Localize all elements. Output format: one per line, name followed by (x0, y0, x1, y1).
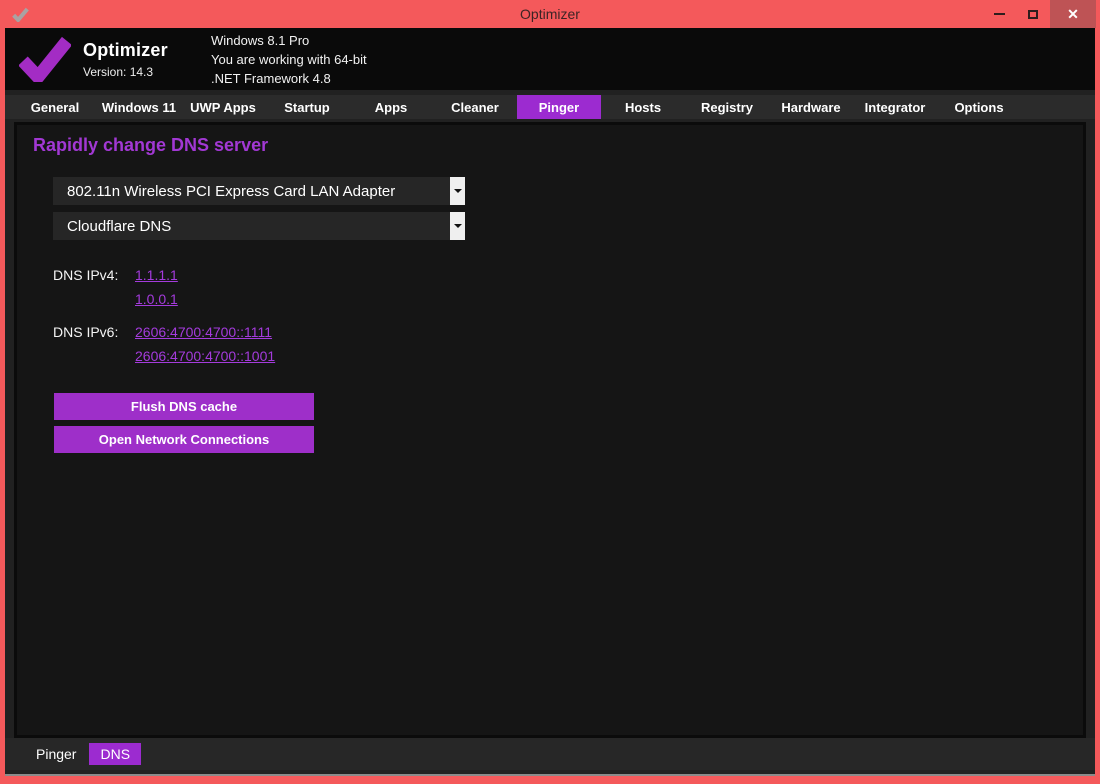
system-info-os: Windows 8.1 Pro (211, 31, 367, 50)
close-button[interactable]: ✕ (1050, 0, 1096, 28)
system-info-arch: You are working with 64-bit (211, 50, 367, 69)
subtab-dns[interactable]: DNS (89, 743, 141, 765)
panel-wrap: Rapidly change DNS server 802.11n Wirele… (5, 119, 1095, 738)
main-tabstrip: General Windows 11 UWP Apps Startup Apps… (5, 95, 1095, 119)
minimize-icon (994, 13, 1005, 15)
app-title-block: Optimizer Version: 14.3 (83, 40, 193, 79)
system-info-framework: .NET Framework 4.8 (211, 69, 367, 88)
app-window: Optimizer ✕ Optimizer Version: 14.3 (0, 0, 1100, 784)
tab-apps[interactable]: Apps (349, 95, 433, 119)
page-title: Rapidly change DNS server (33, 135, 268, 156)
minimize-button[interactable] (982, 0, 1016, 28)
dns-provider-dropdown[interactable]: Cloudflare DNS (53, 212, 465, 240)
subtab-pinger[interactable]: Pinger (25, 743, 87, 765)
network-adapter-dropdown-button[interactable] (450, 177, 465, 205)
network-adapter-dropdown-value: 802.11n Wireless PCI Express Card LAN Ad… (67, 183, 395, 200)
window-controls: ✕ (982, 0, 1100, 28)
tab-options[interactable]: Options (937, 95, 1021, 119)
dns-ipv4-label: DNS IPv4: (53, 267, 135, 307)
flush-dns-cache-button[interactable]: Flush DNS cache (54, 393, 314, 420)
open-network-connections-button[interactable]: Open Network Connections (54, 426, 314, 453)
dns-ipv4-secondary-link[interactable]: 1.0.0.1 (135, 291, 178, 307)
app-check-icon (12, 7, 29, 22)
chevron-down-icon (454, 224, 462, 228)
network-adapter-dropdown[interactable]: 802.11n Wireless PCI Express Card LAN Ad… (53, 177, 465, 205)
tab-hardware[interactable]: Hardware (769, 95, 853, 119)
dns-ipv4-links: 1.1.1.1 1.0.0.1 (135, 267, 178, 307)
dns-provider-dropdown-value: Cloudflare DNS (67, 218, 171, 235)
tab-cleaner[interactable]: Cleaner (433, 95, 517, 119)
tab-integrator[interactable]: Integrator (853, 95, 937, 119)
app-version: Version: 14.3 (83, 65, 193, 79)
window-title: Optimizer (0, 6, 1100, 22)
dns-provider-dropdown-button[interactable] (450, 212, 465, 240)
dns-ipv6-label: DNS IPv6: (53, 324, 135, 364)
tab-uwp-apps[interactable]: UWP Apps (181, 95, 265, 119)
dns-ipv6-links: 2606:4700:4700::1111 2606:4700:4700::100… (135, 324, 275, 364)
tab-pinger[interactable]: Pinger (517, 95, 601, 119)
chevron-down-icon (454, 189, 462, 193)
header: Optimizer Version: 14.3 Windows 8.1 Pro … (5, 28, 1095, 90)
app-name: Optimizer (83, 40, 193, 61)
dns-ipv6-secondary-link[interactable]: 2606:4700:4700::1001 (135, 348, 275, 364)
titlebar: Optimizer ✕ (0, 0, 1100, 28)
dns-ipv4-row: DNS IPv4: 1.1.1.1 1.0.0.1 (53, 267, 178, 307)
dns-ipv6-row: DNS IPv6: 2606:4700:4700::1111 2606:4700… (53, 324, 275, 364)
maximize-button[interactable] (1016, 0, 1050, 28)
dns-panel: Rapidly change DNS server 802.11n Wirele… (14, 122, 1086, 738)
window-body: Optimizer Version: 14.3 Windows 8.1 Pro … (5, 28, 1095, 776)
maximize-icon (1028, 10, 1038, 19)
optimizer-logo-check-icon (19, 36, 71, 82)
dns-ipv6-primary-link[interactable]: 2606:4700:4700::1111 (135, 324, 275, 340)
bottom-tabstrip: Pinger DNS (5, 738, 1095, 770)
tab-registry[interactable]: Registry (685, 95, 769, 119)
tab-general[interactable]: General (13, 95, 97, 119)
tab-startup[interactable]: Startup (265, 95, 349, 119)
dns-ipv4-primary-link[interactable]: 1.1.1.1 (135, 267, 178, 283)
tab-windows-11[interactable]: Windows 11 (97, 95, 181, 119)
close-icon: ✕ (1067, 7, 1079, 21)
tab-hosts[interactable]: Hosts (601, 95, 685, 119)
system-info: Windows 8.1 Pro You are working with 64-… (211, 31, 367, 88)
